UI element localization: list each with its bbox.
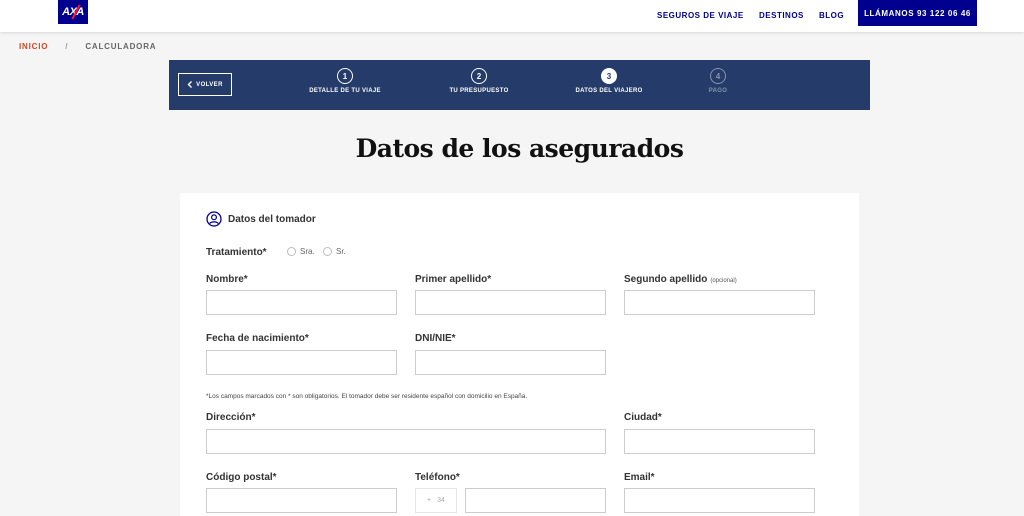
step-2-number: 2 — [471, 68, 487, 84]
direccion-field[interactable] — [206, 429, 606, 454]
progress-stepper: VOLVER 1 DETALLE DE TU VIAJE 2 TU PRESUP… — [169, 60, 870, 110]
ciudad-label: Ciudad* — [624, 412, 662, 423]
primer-apellido-label: Primer apellido* — [415, 274, 492, 285]
step-4: 4 PAGO — [658, 68, 778, 94]
fecha-nacimiento-label: Fecha de nacimiento* — [206, 333, 309, 344]
step-1-number: 1 — [337, 68, 353, 84]
step-1[interactable]: 1 DETALLE DE TU VIAJE — [285, 68, 405, 94]
segundo-apellido-label: Segundo apellido (opcional) — [624, 274, 737, 285]
page-title: Datos de los asegurados — [355, 134, 684, 163]
chevron-left-icon — [187, 81, 193, 88]
breadcrumb: INICIO / CALCULADORA — [19, 42, 156, 51]
user-icon — [206, 211, 222, 227]
email-field[interactable] — [624, 488, 815, 513]
step-1-label: DETALLE DE TU VIAJE — [309, 88, 381, 94]
codigo-postal-field[interactable] — [206, 488, 397, 513]
breadcrumb-current: CALCULADORA — [85, 42, 157, 51]
step-2-label: TU PRESUPUESTO — [449, 88, 509, 94]
telefono-label: Teléfono* — [415, 472, 460, 483]
primer-apellido-field[interactable] — [415, 290, 606, 315]
nav-seguros-de-viaje[interactable]: SEGUROS DE VIAJE — [657, 11, 744, 20]
step-3: 3 DATOS DEL VIAJERO — [549, 68, 669, 94]
ciudad-field[interactable] — [624, 429, 815, 454]
direccion-label: Dirección* — [206, 412, 256, 423]
segundo-apellido-text: Segundo apellido — [624, 274, 708, 285]
radio-sra-circle[interactable] — [287, 247, 296, 256]
axa-logo[interactable]: AXA — [58, 0, 88, 24]
radio-sra[interactable]: Sra. — [287, 247, 315, 256]
call-button[interactable]: LLÁMANOS 93 122 06 46 — [858, 0, 977, 26]
radio-sr[interactable]: Sr. — [323, 247, 346, 256]
step-2[interactable]: 2 TU PRESUPUESTO — [419, 68, 539, 94]
codigo-postal-label: Código postal* — [206, 472, 277, 483]
breadcrumb-home[interactable]: INICIO — [19, 42, 48, 51]
step-4-number: 4 — [710, 68, 726, 84]
breadcrumb-separator: / — [65, 42, 69, 51]
dni-field[interactable] — [415, 350, 606, 375]
fecha-nacimiento-field[interactable] — [206, 350, 397, 375]
nav-blog[interactable]: BLOG — [819, 11, 844, 20]
radio-sra-label: Sra. — [300, 247, 315, 256]
section-title: Datos del tomador — [228, 213, 316, 225]
radio-sr-label: Sr. — [336, 247, 346, 256]
step-4-label: PAGO — [708, 88, 728, 94]
optional-tag: (opcional) — [710, 278, 737, 284]
email-label: Email* — [624, 472, 655, 483]
section-header: Datos del tomador — [206, 211, 316, 227]
nombre-label: Nombre* — [206, 274, 248, 285]
dni-label: DNI/NIE* — [415, 333, 456, 344]
nombre-field[interactable] — [206, 290, 397, 315]
required-fields-note: *Los campos marcados con * son obligator… — [206, 393, 528, 400]
back-button[interactable]: VOLVER — [178, 73, 232, 96]
phone-prefix-select[interactable]: + 34 — [415, 488, 457, 513]
insured-form-card: Datos del tomador Tratamiento* Sra. Sr. … — [180, 193, 859, 516]
nav-destinos[interactable]: DESTINOS — [759, 11, 804, 20]
step-3-number: 3 — [601, 68, 617, 84]
phone-prefix-value: 34 — [437, 497, 445, 504]
tratamiento-label: Tratamiento* — [206, 247, 267, 258]
phone-prefix-sign: + — [427, 497, 432, 504]
telefono-field[interactable] — [465, 488, 606, 513]
segundo-apellido-field[interactable] — [624, 290, 815, 315]
back-button-label: VOLVER — [196, 81, 223, 88]
top-header: AXA SEGUROS DE VIAJE DESTINOS BLOG LLÁMA… — [0, 0, 1024, 32]
step-3-label: DATOS DEL VIAJERO — [575, 88, 643, 94]
radio-sr-circle[interactable] — [323, 247, 332, 256]
